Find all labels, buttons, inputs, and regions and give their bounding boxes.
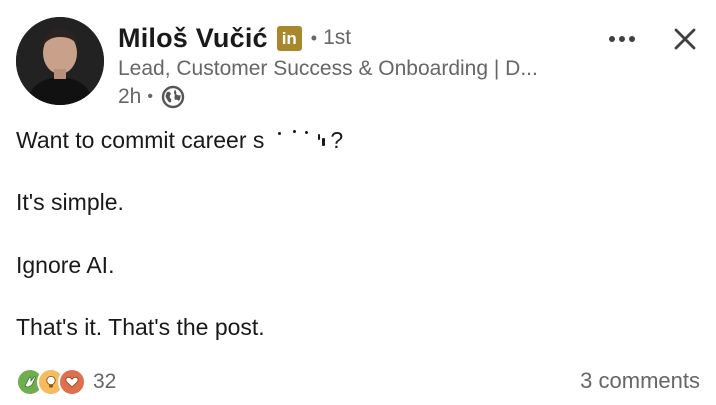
dismiss-post-button[interactable] bbox=[668, 22, 702, 56]
avatar[interactable] bbox=[16, 17, 104, 105]
feed-post: Miloš Vučić in • 1st Lead, Customer Succ… bbox=[0, 0, 716, 405]
close-icon bbox=[674, 28, 696, 50]
separator-dot: • bbox=[147, 88, 153, 105]
author-name-row: Miloš Vučić in • 1st bbox=[118, 20, 351, 56]
more-options-button[interactable] bbox=[604, 26, 640, 52]
post-text-line-2: It's simple. bbox=[16, 189, 124, 215]
avatar-photo-icon bbox=[16, 17, 104, 105]
post-time: 2h bbox=[118, 85, 142, 108]
linkedin-premium-icon: in bbox=[276, 25, 302, 51]
love-icon bbox=[58, 368, 86, 396]
connection-degree: 1st bbox=[323, 26, 352, 49]
post-text-line-4: That's it. That's the post. bbox=[16, 314, 265, 340]
more-horizontal-icon bbox=[609, 36, 635, 42]
rendering-artifact bbox=[264, 129, 330, 151]
reaction-count: 32 bbox=[93, 370, 117, 393]
post-text-line-3: Ignore AI. bbox=[16, 252, 115, 278]
post-text-start: Want to commit career s bbox=[16, 127, 265, 153]
comments-count-link[interactable]: 3 comments bbox=[580, 368, 700, 394]
post-text-end: ? bbox=[330, 127, 344, 153]
reaction-icons bbox=[16, 368, 86, 396]
post-text-line-1: Want to commit career s ? bbox=[16, 127, 343, 154]
author-name[interactable]: Miloš Vučić bbox=[118, 23, 268, 54]
post-meta: 2h • bbox=[118, 84, 185, 110]
reactions-summary[interactable]: 32 bbox=[16, 368, 117, 396]
globe-icon bbox=[161, 85, 185, 109]
separator-dot: • bbox=[310, 27, 318, 48]
author-headline[interactable]: Lead, Customer Success & Onboarding | D.… bbox=[118, 57, 588, 81]
